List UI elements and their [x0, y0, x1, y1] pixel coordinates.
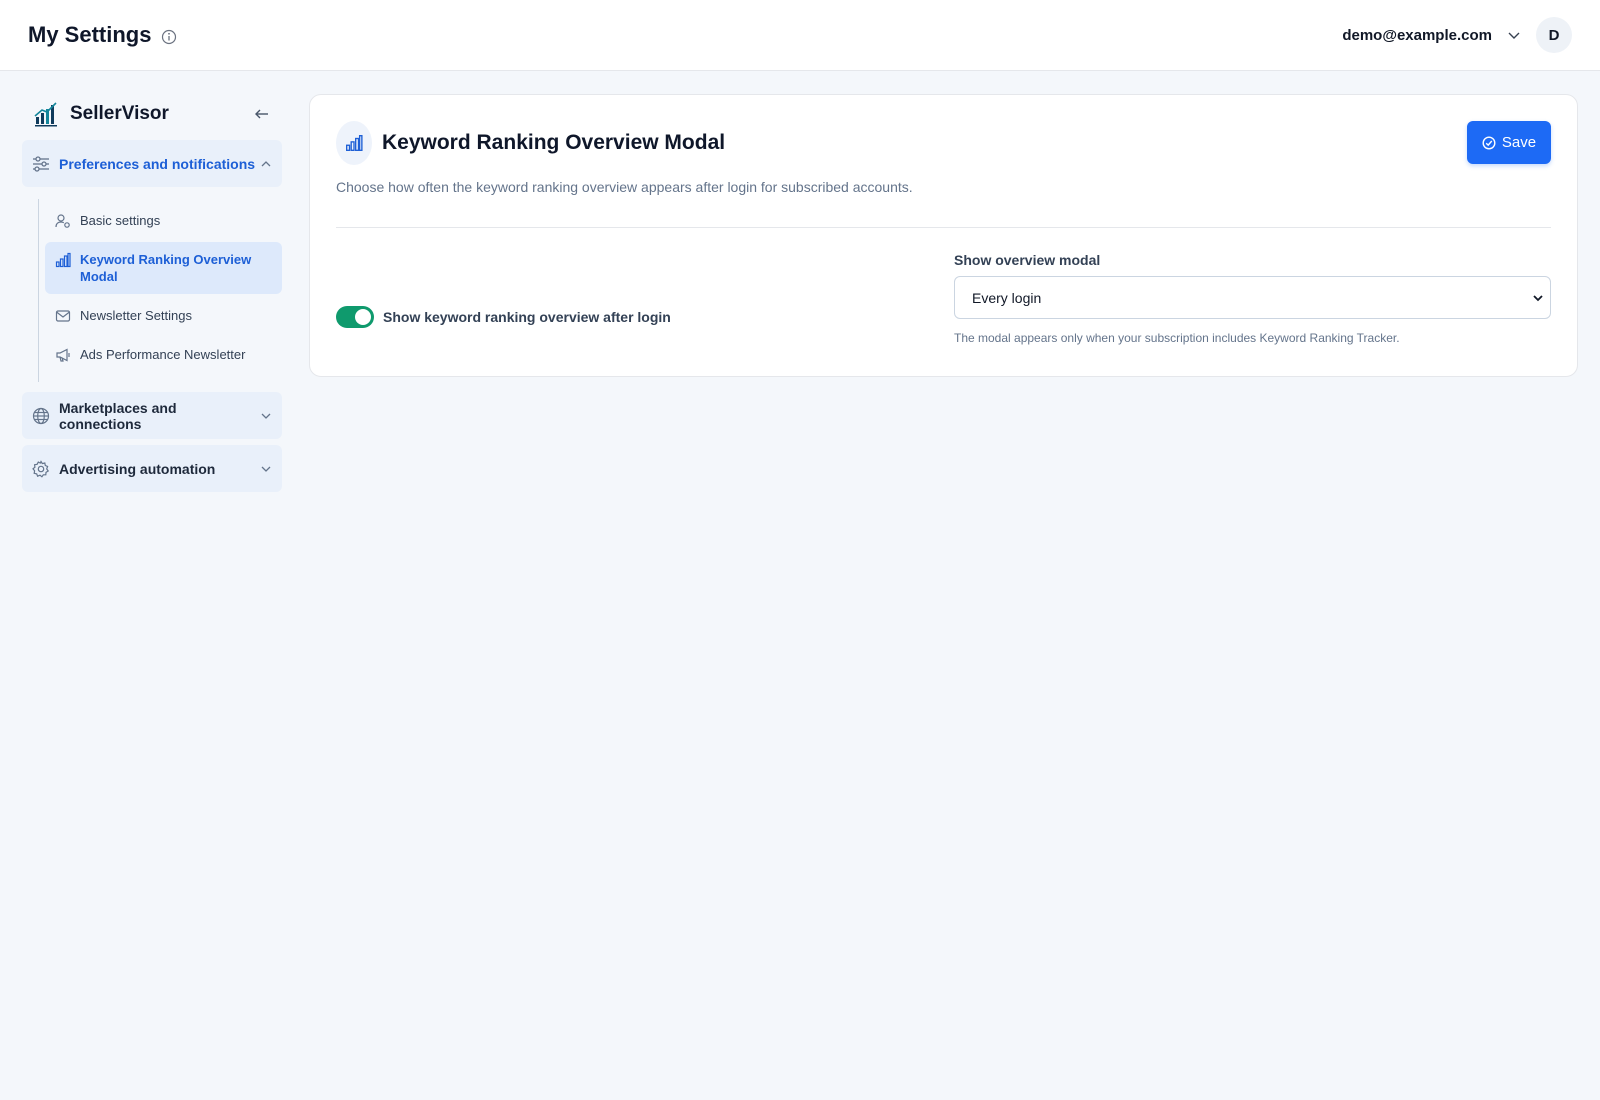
collapse-sidebar-icon[interactable]	[252, 104, 272, 124]
overview-toggle-row: Show keyword ranking overview after logi…	[336, 288, 671, 345]
brand-name: SellerVisor	[70, 103, 169, 124]
card-header-text: Keyword Ranking Overview Modal Choose ho…	[336, 121, 913, 195]
show-overview-select[interactable]: Every login	[954, 276, 1551, 319]
card-title: Keyword Ranking Overview Modal	[382, 131, 726, 154]
avatar[interactable]: D	[1536, 17, 1572, 53]
chevron-up-icon[interactable]	[260, 158, 272, 170]
sidebar-group-label: Advertising automation	[59, 460, 216, 477]
globe-icon	[32, 407, 50, 425]
page-title: My Settings	[28, 22, 152, 47]
settings-card: Keyword Ranking Overview Modal Choose ho…	[309, 94, 1578, 377]
sliders-icon	[32, 155, 50, 173]
sidebar-group-preferences: Preferences and notifications	[22, 140, 282, 187]
top-bar: My Settings demo@example.com D	[0, 0, 1600, 71]
gear-icon	[32, 459, 50, 478]
mail-icon	[55, 308, 71, 324]
select-label: Show overview modal	[954, 252, 1101, 268]
sidebar-item-label: Basic settings	[80, 213, 161, 228]
sidebar-submenu: Basic settings Keyword Ranking Overview …	[22, 193, 282, 382]
chevron-down-icon[interactable]	[1506, 27, 1522, 43]
sidebar-group-label: Marketplaces and connections	[59, 399, 177, 432]
card-title-row: Keyword Ranking Overview Modal	[336, 121, 913, 165]
chevron-down-icon	[1532, 292, 1544, 304]
sidebar-item-newsletter-settings[interactable]: Newsletter Settings	[45, 298, 282, 333]
divider	[336, 227, 1551, 228]
group-head-left: Advertising automation	[32, 459, 216, 478]
save-button-label: Save	[1501, 134, 1537, 151]
chevron-down-icon[interactable]	[260, 410, 272, 422]
user-email[interactable]: demo@example.com	[1342, 27, 1492, 44]
bar-chart-icon	[336, 121, 372, 165]
top-bar-left: My Settings	[28, 22, 177, 48]
sidebar-group-marketplaces-header[interactable]: Marketplaces and connections	[22, 392, 282, 439]
sidebar-group-label: Preferences and notifications	[59, 155, 256, 172]
card-description: Choose how often the keyword ranking ove…	[336, 179, 913, 195]
user-menu[interactable]: demo@example.com D	[1342, 17, 1572, 53]
sidebar-group-marketplaces: Marketplaces and connections	[22, 392, 282, 439]
group-head-left: Marketplaces and connections	[32, 400, 260, 432]
sidebar-item-ads-performance-newsletter[interactable]: Ads Performance Newsletter	[45, 337, 282, 372]
sidebar: SellerVisor Preferences and notification…	[22, 94, 282, 492]
sidebar-item-label: Newsletter Settings	[80, 308, 192, 323]
user-gear-icon	[55, 213, 71, 229]
sidebar-submenu-list: Basic settings Keyword Ranking Overview …	[38, 199, 282, 382]
brand-left: SellerVisor	[32, 99, 169, 129]
sidebar-item-label: Keyword Ranking Overview Modal	[80, 252, 252, 284]
select-value: Every login	[972, 289, 1042, 306]
sidebar-item-keyword-ranking[interactable]: Keyword Ranking Overview Modal	[45, 242, 282, 294]
megaphone-icon	[55, 347, 71, 363]
save-button[interactable]: Save	[1467, 121, 1551, 164]
brand-logo-icon	[32, 99, 62, 129]
sidebar-group-advertising: Advertising automation	[22, 445, 282, 492]
settings-row: Show keyword ranking overview after logi…	[336, 252, 1551, 345]
overview-toggle[interactable]	[336, 305, 374, 328]
info-icon[interactable]	[161, 29, 177, 45]
overview-select-field: Show overview modal Every login The moda…	[954, 252, 1551, 345]
sidebar-item-label: Ads Performance Newsletter	[80, 347, 246, 362]
select-help-text: The modal appears only when your subscri…	[954, 331, 1400, 345]
sidebar-group-advertising-header[interactable]: Advertising automation	[22, 445, 282, 492]
brand: SellerVisor	[22, 94, 282, 134]
sidebar-item-basic-settings[interactable]: Basic settings	[45, 203, 282, 238]
toggle-knob	[355, 308, 371, 325]
chevron-down-icon[interactable]	[260, 463, 272, 475]
sidebar-group-preferences-header[interactable]: Preferences and notifications	[22, 140, 282, 187]
overview-toggle-label: Show keyword ranking overview after logi…	[383, 308, 671, 325]
bar-chart-icon	[55, 252, 71, 268]
card-header: Keyword Ranking Overview Modal Choose ho…	[336, 95, 1551, 195]
check-circle-icon	[1482, 135, 1496, 150]
group-head-left: Preferences and notifications	[32, 155, 255, 173]
